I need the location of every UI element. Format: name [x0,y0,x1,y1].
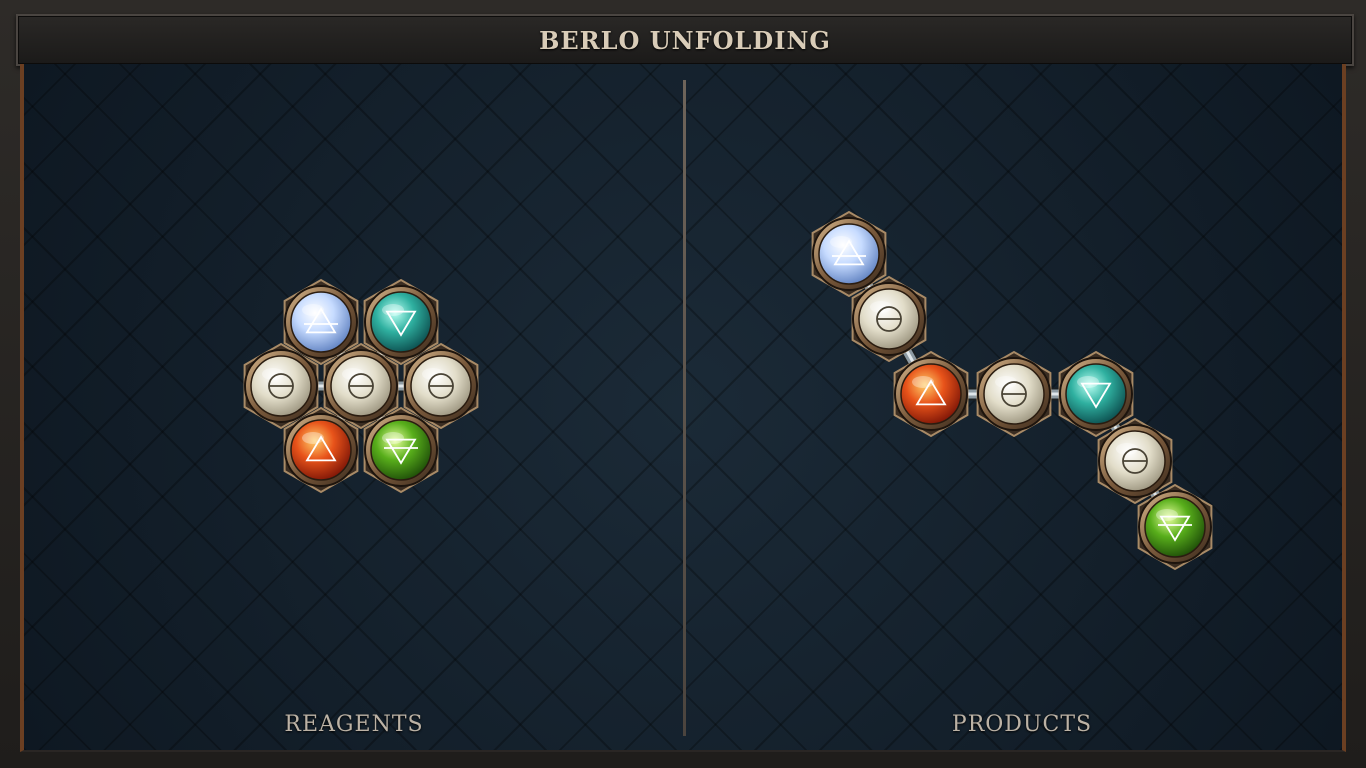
reagents-label: REAGENTS [284,712,424,737]
products-atom-salt [852,282,926,356]
products-atom-fire [894,357,968,431]
products-atom-air [812,217,886,291]
molecule-canvas [243,210,1213,571]
products-atom-salt [1098,424,1172,498]
reagents-atom-fire [284,413,358,487]
title-bar: BERLO UNFOLDING [16,14,1354,66]
puzzle-title: BERLO UNFOLDING [539,25,831,55]
products-atom-salt [977,357,1051,431]
reagents-atom-salt [244,349,318,423]
products-label: PRODUCTS [951,712,1093,737]
molecule-board: REAGENTS PRODUCTS [20,64,1346,752]
atoms-layer [244,217,1212,564]
reagents-atom-salt [404,349,478,423]
products-atom-earth [1138,490,1212,564]
reagents-atom-salt [324,349,398,423]
products-atom-water [1059,357,1133,431]
reagents-atom-earth [364,413,438,487]
reagents-atom-air [284,285,358,359]
game-frame: BERLO UNFOLDING REAGENTS PRODUCTS [0,0,1366,768]
reagents-atom-water [364,285,438,359]
